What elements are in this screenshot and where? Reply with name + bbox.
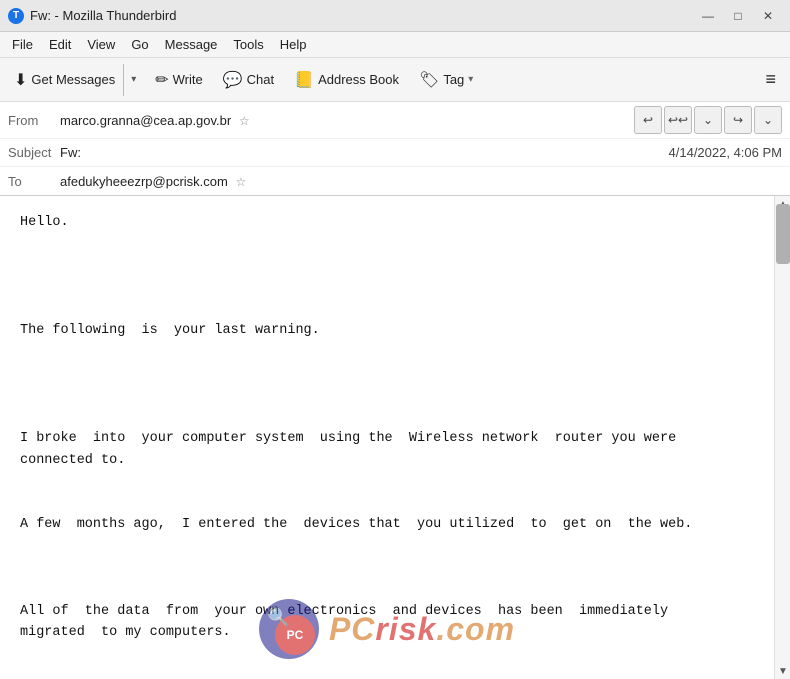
subject-label: Subject [8, 145, 60, 160]
to-value: afedukyheeezrp@pcrisk.com ☆ [60, 174, 782, 189]
from-label: From [8, 113, 60, 128]
from-address: marco.granna@cea.ap.gov.br [60, 113, 231, 128]
write-label: Write [173, 72, 203, 87]
reply-all-button[interactable]: ↩↩ [664, 106, 692, 134]
subject-row: Subject Fw: 4/14/2022, 4:06 PM [0, 139, 790, 167]
reply-all-icon: ↩↩ [668, 113, 688, 127]
email-date: 4/14/2022, 4:06 PM [669, 145, 782, 160]
menu-edit[interactable]: Edit [41, 35, 79, 54]
toolbar: ⬇ Get Messages ▾ ✏ Write 💬 Chat 📒 Addres… [0, 58, 790, 102]
tag-icon: 🏷 [419, 70, 439, 90]
tag-label: Tag [443, 72, 464, 87]
menu-file[interactable]: File [4, 35, 41, 54]
to-star-icon[interactable]: ☆ [235, 175, 246, 189]
chat-button[interactable]: 💬 Chat [215, 64, 282, 96]
window-title: Fw: - Mozilla Thunderbird [30, 8, 694, 23]
forward-button[interactable]: ↪ [724, 106, 752, 134]
menu-go[interactable]: Go [123, 35, 156, 54]
scrollbar-thumb[interactable] [776, 204, 790, 264]
forward-icon: ↪ [733, 113, 743, 127]
get-messages-dropdown[interactable]: ▾ [123, 64, 143, 96]
menu-help[interactable]: Help [272, 35, 315, 54]
nav-dropdown-button[interactable]: ⌄ [694, 106, 722, 134]
scrollbar[interactable]: ▲ ▼ [774, 196, 790, 679]
window-controls: — □ ✕ [694, 5, 782, 27]
scroll-down-arrow[interactable]: ▼ [775, 663, 790, 679]
menu-view[interactable]: View [79, 35, 123, 54]
address-book-icon: 📒 [294, 70, 314, 90]
get-messages-group: ⬇ Get Messages ▾ [6, 64, 143, 96]
email-header: From marco.granna@cea.ap.gov.br ☆ ↩ ↩↩ ⌄… [0, 102, 790, 196]
chat-icon: 💬 [223, 70, 243, 90]
email-container: Hello. The following is your last warnin… [0, 196, 790, 679]
menu-bar: File Edit View Go Message Tools Help [0, 32, 790, 58]
more-nav-icon: ⌄ [763, 113, 773, 127]
menu-tools[interactable]: Tools [225, 35, 271, 54]
subject-value: Fw: [60, 145, 669, 160]
hamburger-menu-button[interactable]: ≡ [757, 64, 784, 96]
nav-buttons: ↩ ↩↩ ⌄ ↪ ⌄ [634, 106, 782, 134]
to-address: afedukyheeezrp@pcrisk.com [60, 174, 228, 189]
minimize-button[interactable]: — [694, 5, 722, 27]
get-messages-button[interactable]: ⬇ Get Messages [6, 64, 123, 96]
address-book-button[interactable]: 📒 Address Book [286, 64, 407, 96]
app-icon: T [8, 8, 24, 24]
reply-icon: ↩ [643, 113, 653, 127]
get-messages-label: Get Messages [31, 72, 115, 87]
hamburger-icon: ≡ [765, 69, 776, 90]
title-bar: T Fw: - Mozilla Thunderbird — □ ✕ [0, 0, 790, 32]
to-row: To afedukyheeezrp@pcrisk.com ☆ [0, 167, 790, 195]
chat-label: Chat [247, 72, 274, 87]
tag-dropdown-icon: ▾ [468, 74, 473, 85]
from-row: From marco.granna@cea.ap.gov.br ☆ ↩ ↩↩ ⌄… [0, 102, 790, 139]
menu-message[interactable]: Message [157, 35, 226, 54]
to-label: To [8, 174, 60, 189]
from-star-icon[interactable]: ☆ [239, 114, 250, 128]
write-icon: ✏ [155, 70, 168, 90]
close-button[interactable]: ✕ [754, 5, 782, 27]
maximize-button[interactable]: □ [724, 5, 752, 27]
address-book-label: Address Book [318, 72, 399, 87]
from-value: marco.granna@cea.ap.gov.br ☆ [60, 113, 634, 128]
reply-button[interactable]: ↩ [634, 106, 662, 134]
email-body: Hello. The following is your last warnin… [0, 196, 774, 679]
write-button[interactable]: ✏ Write [147, 64, 211, 96]
nav-dropdown-icon: ⌄ [703, 113, 713, 127]
more-nav-button[interactable]: ⌄ [754, 106, 782, 134]
tag-button[interactable]: 🏷 Tag ▾ [411, 64, 481, 96]
get-messages-icon: ⬇ [14, 70, 27, 90]
